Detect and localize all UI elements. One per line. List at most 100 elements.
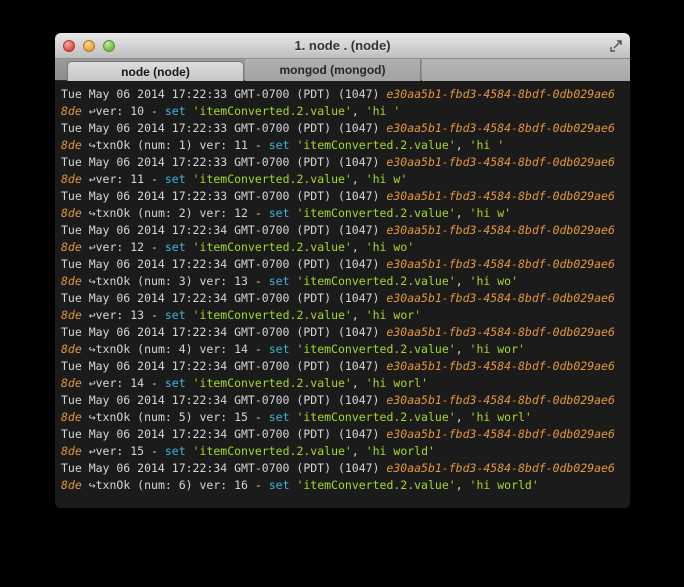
log-uuid: 8de [61,478,89,492]
log-string: 'itemConverted.2.value' [193,240,352,254]
log-keyword: set [165,172,186,186]
tab-node[interactable]: node (node) [67,61,244,81]
tab-bar-filler [422,59,630,81]
log-uuid: 8de [61,444,89,458]
log-keyword: set [269,138,290,152]
log-string: 'itemConverted.2.value' [193,444,352,458]
terminal-line: 8de ↪txnOk (num: 1) ver: 11 - set 'itemC… [61,137,630,154]
log-uuid: e30aa5b1-fbd3-4584-8bdf-0db029ae6 [386,121,614,135]
close-button[interactable] [63,40,75,52]
log-string: 'itemConverted.2.value' [193,104,352,118]
log-string: 'hi world' [366,444,435,458]
terminal-line: Tue May 06 2014 17:22:33 GMT-0700 (PDT) … [61,188,630,205]
log-string: 'hi worl' [366,376,428,390]
log-text: , [456,342,470,356]
log-uuid: 8de [61,342,89,356]
log-text: , [352,308,366,322]
log-text: Tue May 06 2014 17:22:34 GMT-0700 (PDT) … [61,223,386,237]
log-text: , [456,138,470,152]
log-string: 'hi w' [366,172,408,186]
log-text: Tue May 06 2014 17:22:34 GMT-0700 (PDT) … [61,427,386,441]
log-uuid: e30aa5b1-fbd3-4584-8bdf-0db029ae6 [386,325,614,339]
log-string: 'hi ' [366,104,401,118]
log-text: ↪txnOk (num: 4) ver: 14 - [89,342,269,356]
log-uuid: e30aa5b1-fbd3-4584-8bdf-0db029ae6 [386,291,614,305]
log-text: , [352,104,366,118]
terminal-line: 8de ↩ver: 14 - set 'itemConverted.2.valu… [61,375,630,392]
log-string: 'hi w' [470,206,512,220]
log-text: , [352,240,366,254]
log-uuid: e30aa5b1-fbd3-4584-8bdf-0db029ae6 [386,393,614,407]
log-text: , [352,444,366,458]
log-text: ↩ver: 12 - [89,240,165,254]
log-text: , [456,206,470,220]
log-string: 'hi worl' [470,410,532,424]
log-string: 'hi ' [470,138,505,152]
log-text [186,240,193,254]
log-text: ↩ver: 10 - [89,104,165,118]
log-keyword: set [269,342,290,356]
log-uuid: 8de [61,308,89,322]
terminal-line: 8de ↪txnOk (num: 4) ver: 14 - set 'itemC… [61,341,630,358]
log-text: ↪txnOk (num: 3) ver: 13 - [89,274,269,288]
log-text: Tue May 06 2014 17:22:34 GMT-0700 (PDT) … [61,325,386,339]
zoom-button[interactable] [103,40,115,52]
log-text: , [456,274,470,288]
log-string: 'itemConverted.2.value' [296,206,455,220]
log-text: ↩ver: 11 - [89,172,165,186]
expand-diagonal-arrows-icon[interactable] [608,38,624,54]
log-uuid: e30aa5b1-fbd3-4584-8bdf-0db029ae6 [386,427,614,441]
terminal-line: 8de ↩ver: 15 - set 'itemConverted.2.valu… [61,443,630,460]
log-uuid: e30aa5b1-fbd3-4584-8bdf-0db029ae6 [386,461,614,475]
log-string: 'itemConverted.2.value' [193,172,352,186]
log-text: Tue May 06 2014 17:22:34 GMT-0700 (PDT) … [61,291,386,305]
log-string: 'itemConverted.2.value' [193,308,352,322]
log-text: ↩ver: 13 - [89,308,165,322]
log-string: 'hi world' [470,478,539,492]
log-keyword: set [165,308,186,322]
log-text: , [352,376,366,390]
log-uuid: 8de [61,274,89,288]
log-uuid: 8de [61,376,89,390]
log-string: 'itemConverted.2.value' [296,410,455,424]
log-keyword: set [165,444,186,458]
minimize-button[interactable] [83,40,95,52]
log-text [186,376,193,390]
log-text: Tue May 06 2014 17:22:33 GMT-0700 (PDT) … [61,155,386,169]
log-keyword: set [269,206,290,220]
log-uuid: e30aa5b1-fbd3-4584-8bdf-0db029ae6 [386,155,614,169]
tab-mongod[interactable]: mongod (mongod) [245,59,421,81]
title-bar[interactable]: 1. node . (node) [55,33,630,59]
log-string: 'itemConverted.2.value' [296,342,455,356]
log-text: ↪txnOk (num: 6) ver: 16 - [89,478,269,492]
log-text: Tue May 06 2014 17:22:34 GMT-0700 (PDT) … [61,393,386,407]
prompt-line [61,494,630,508]
log-string: 'hi wo' [366,240,414,254]
terminal-line: 8de ↪txnOk (num: 5) ver: 15 - set 'itemC… [61,409,630,426]
terminal-line: Tue May 06 2014 17:22:34 GMT-0700 (PDT) … [61,222,630,239]
log-text: Tue May 06 2014 17:22:33 GMT-0700 (PDT) … [61,87,386,101]
terminal-line: Tue May 06 2014 17:22:33 GMT-0700 (PDT) … [61,120,630,137]
log-uuid: 8de [61,240,89,254]
terminal-line: Tue May 06 2014 17:22:33 GMT-0700 (PDT) … [61,86,630,103]
log-text [186,172,193,186]
log-text: ↪txnOk (num: 5) ver: 15 - [89,410,269,424]
log-text [186,444,193,458]
log-text: , [352,172,366,186]
terminal-content[interactable]: Tue May 06 2014 17:22:33 GMT-0700 (PDT) … [55,82,630,508]
log-uuid: 8de [61,206,89,220]
log-uuid: e30aa5b1-fbd3-4584-8bdf-0db029ae6 [386,359,614,373]
log-keyword: set [165,240,186,254]
traffic-lights [63,40,115,52]
terminal-line: Tue May 06 2014 17:22:34 GMT-0700 (PDT) … [61,256,630,273]
log-text: ↩ver: 15 - [89,444,165,458]
log-string: 'itemConverted.2.value' [296,138,455,152]
terminal-line: 8de ↪txnOk (num: 6) ver: 16 - set 'itemC… [61,477,630,494]
log-string: 'hi wor' [366,308,421,322]
terminal-line: Tue May 06 2014 17:22:34 GMT-0700 (PDT) … [61,392,630,409]
terminal-line: 8de ↩ver: 13 - set 'itemConverted.2.valu… [61,307,630,324]
log-text: ↪txnOk (num: 1) ver: 11 - [89,138,269,152]
log-string: 'hi wo' [470,274,518,288]
log-keyword: set [165,376,186,390]
log-string: 'itemConverted.2.value' [296,478,455,492]
